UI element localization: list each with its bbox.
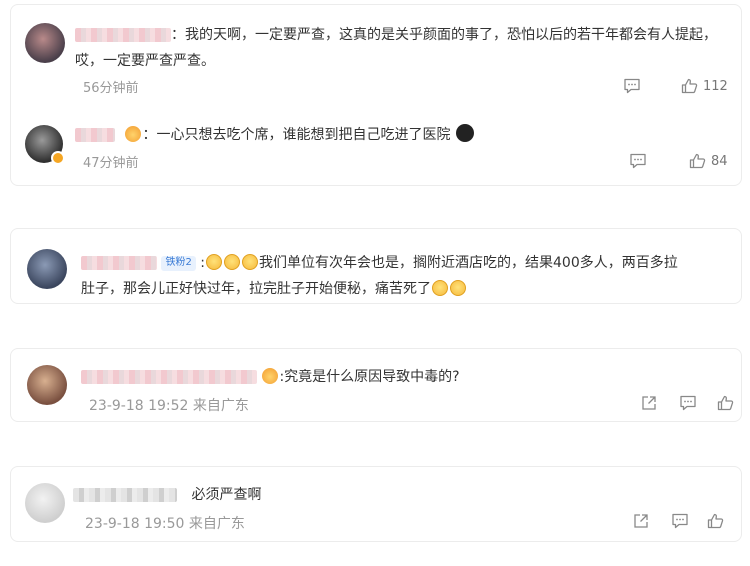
reply-time: 47分钟前: [83, 156, 139, 171]
comment-icon: [680, 395, 696, 411]
comment-time: 23-9-18 19:52 来自广东: [89, 398, 249, 414]
share-icon: [642, 396, 656, 410]
avatar[interactable]: [27, 249, 67, 289]
avatar[interactable]: [25, 483, 65, 523]
comment-card: ：我的天啊，一定要严查，这真的是关乎颜面的事了，恐怕以后的若干年都会有人提起， …: [10, 4, 742, 186]
like-count: 84: [711, 153, 728, 169]
username[interactable]: [75, 28, 171, 42]
like-button[interactable]: [707, 513, 724, 529]
thumbs-up-icon: [717, 395, 734, 411]
comment-card: 必须严查啊 23-9-18 19:50 来自广东: [10, 466, 742, 542]
like-button[interactable]: [717, 395, 734, 411]
comment-text: 铁粉2 : 我们单位有次年会也是，搁附近酒店吃的，结果400多人，两百多拉: [81, 251, 678, 275]
comment-time: 23-9-18 19:50 来自广东: [85, 516, 245, 532]
comment-icon: [624, 78, 640, 94]
emoji-icon: [455, 124, 474, 142]
comment-text-continued: 哎，一定要严查严查。: [75, 53, 215, 69]
thumbs-up-icon: [689, 153, 706, 169]
avatar[interactable]: [27, 365, 67, 405]
comment-card: 铁粉2 : 我们单位有次年会也是，搁附近酒店吃的，结果400多人，两百多拉 肚子，…: [10, 228, 742, 304]
share-button[interactable]: [641, 395, 657, 411]
like-button[interactable]: 112: [681, 78, 728, 94]
comment-text: ：我的天啊，一定要严查，这真的是关乎颜面的事了，恐怕以后的若干年都会有人提起，: [75, 23, 717, 47]
fan-level-badge: 铁粉2: [161, 255, 196, 271]
username[interactable]: [75, 128, 115, 142]
comment-card: :究竟是什么原因导致中毒的? 23-9-18 19:52 来自广东: [10, 348, 742, 422]
avatar[interactable]: [25, 125, 65, 165]
crying-emoji-icon: [206, 254, 222, 270]
verified-badge-icon: [51, 151, 65, 165]
username[interactable]: [81, 256, 157, 270]
thumbs-up-icon: [681, 78, 698, 94]
share-button[interactable]: [633, 513, 649, 529]
comment-text: 必须严查啊: [73, 483, 261, 507]
comment-icon: [672, 513, 688, 529]
like-count: 112: [703, 78, 728, 94]
fan-badge-icon: [262, 368, 279, 384]
crying-emoji-icon: [242, 254, 258, 270]
comment-icon: [630, 153, 646, 169]
comment-button[interactable]: [679, 395, 697, 411]
like-button[interactable]: 84: [689, 153, 728, 169]
comment-text-continued: 肚子，那会儿正好快过年，拉完肚子开始便秘，痛苦死了: [81, 277, 467, 301]
crying-emoji-icon: [432, 280, 448, 296]
crying-emoji-icon: [450, 280, 466, 296]
comment-time: 56分钟前: [83, 81, 139, 96]
share-icon: [634, 514, 648, 528]
reply-text: ：一心只想去吃个席，谁能想到把自己吃进了医院: [75, 123, 475, 147]
username[interactable]: [73, 488, 177, 502]
comment-button[interactable]: [629, 153, 647, 169]
comment-text: :究竟是什么原因导致中毒的?: [81, 365, 460, 389]
username[interactable]: [81, 370, 257, 384]
thumbs-up-icon: [707, 513, 724, 529]
comment-button[interactable]: [623, 78, 641, 94]
avatar[interactable]: [25, 23, 65, 63]
comment-button[interactable]: [671, 513, 689, 529]
fan-badge-icon: [125, 126, 142, 142]
crying-emoji-icon: [224, 254, 240, 270]
